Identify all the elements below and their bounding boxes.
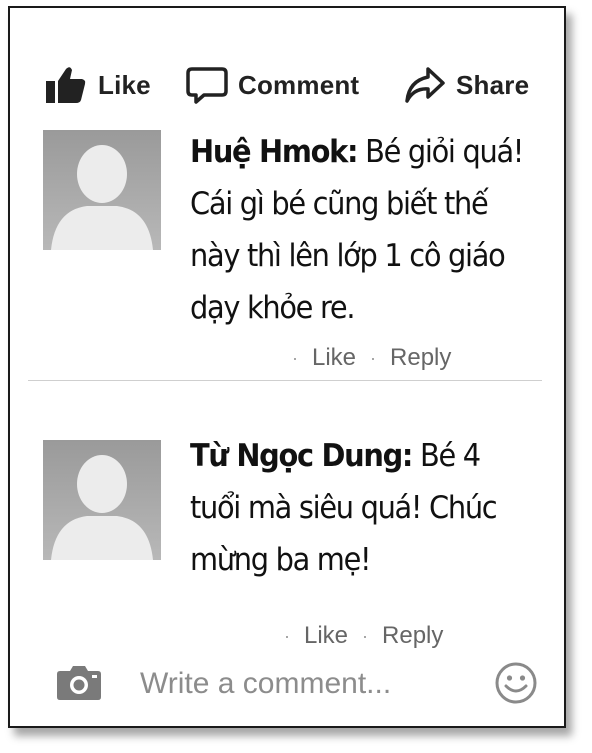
comment-body: Từ Ngọc Dung: Bé 4 tuổi mà siêu quá! Chú… (190, 430, 525, 586)
thumbs-up-icon (46, 67, 86, 103)
separator-dot: · (292, 347, 298, 368)
comment-reply-link[interactable]: Reply (382, 622, 443, 650)
comment-label: Comment (238, 69, 360, 100)
comment-author[interactable]: Từ Ngọc Dung: (190, 438, 413, 474)
speech-bubble-icon (186, 67, 228, 104)
comment-meta: · Like · Reply (284, 622, 443, 650)
separator-dot: · (362, 625, 369, 646)
comment-body: Huệ Hmok: Bé giỏi quá! Cái gì bé cũng bi… (190, 126, 525, 334)
avatar[interactable] (43, 440, 161, 560)
comment-like-link[interactable]: Like (312, 344, 356, 372)
comment-reply-link[interactable]: Reply (390, 344, 451, 372)
post-action-bar: Like Comment Share (10, 63, 564, 107)
comment-item: Huệ Hmok: Bé giỏi quá! Cái gì bé cũng bi… (10, 126, 564, 386)
like-action-button[interactable]: Like (44, 63, 151, 107)
share-label: Share (456, 69, 530, 100)
comment-author[interactable]: Huệ Hmok: (190, 134, 359, 170)
comment-meta: · Like · Reply (292, 344, 451, 372)
like-label: Like (98, 69, 151, 100)
separator-dot: · (284, 625, 290, 646)
share-arrow-icon (405, 67, 445, 103)
separator-dot: · (370, 347, 377, 368)
default-profile-icon (51, 145, 153, 250)
comment-divider (28, 380, 542, 381)
avatar[interactable] (43, 130, 161, 250)
camera-icon[interactable] (56, 663, 102, 701)
smiley-icon[interactable] (494, 661, 538, 705)
comment-composer (10, 653, 564, 713)
comment-action-button[interactable]: Comment (186, 63, 359, 107)
facebook-post-card: Like Comment Share Huệ Hmok: Bé giỏi quá… (8, 6, 566, 728)
write-comment-input[interactable] (138, 663, 472, 705)
share-action-button[interactable]: Share (404, 63, 529, 107)
comment-like-link[interactable]: Like (304, 622, 348, 650)
default-profile-icon (51, 455, 153, 560)
